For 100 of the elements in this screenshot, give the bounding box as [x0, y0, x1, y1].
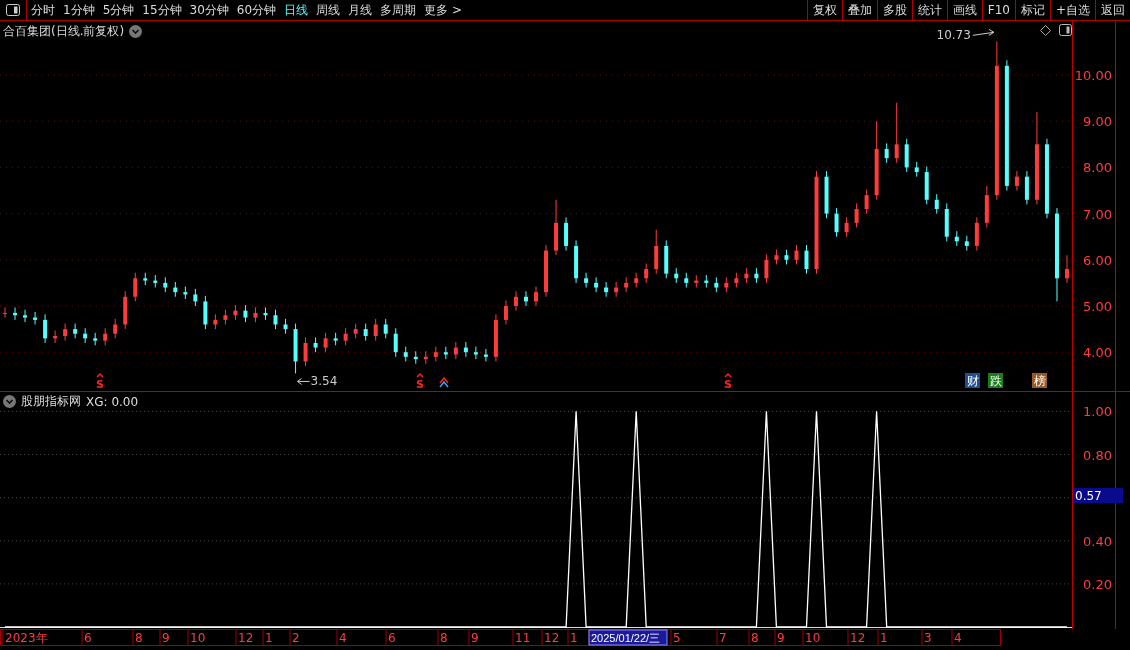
low-price-label: 3.54	[310, 374, 338, 389]
date-axis-label: 1	[265, 631, 273, 645]
candlestick	[764, 253, 769, 284]
dropdown-icon[interactable]	[129, 25, 143, 38]
candlestick	[624, 276, 629, 293]
candlestick	[373, 318, 378, 342]
period-tab[interactable]: 1分钟	[59, 0, 99, 20]
date-axis-label: 5	[673, 631, 681, 645]
indicator-axis-label: 0.80	[1083, 447, 1112, 463]
candlestick	[694, 274, 699, 289]
candlestick	[423, 350, 428, 365]
period-tab[interactable]: 15分钟	[138, 0, 186, 20]
event-badge[interactable]: 榜	[1032, 373, 1047, 388]
indicator-reading: XG: 0.00	[86, 394, 139, 409]
period-tab[interactable]: 30分钟	[185, 0, 233, 20]
candlestick	[33, 311, 38, 325]
candlestick	[513, 290, 518, 312]
panel-icon[interactable]	[1059, 24, 1072, 36]
candlestick	[934, 193, 939, 215]
candlestick	[13, 306, 18, 321]
sell-signal: S	[724, 372, 732, 391]
period-tab[interactable]: 月线	[344, 0, 377, 20]
toolbar-button[interactable]: +自选	[1049, 0, 1095, 20]
period-tab[interactable]: 5分钟	[98, 0, 139, 20]
high-price-label: 10.73	[936, 28, 971, 43]
candlestick	[784, 249, 789, 265]
candlestick	[884, 142, 889, 164]
candlestick	[614, 281, 619, 298]
period-tab[interactable]: 更多 >	[420, 0, 466, 20]
sell-signal: S	[96, 372, 104, 391]
candlestick	[924, 166, 929, 205]
candlestick	[293, 323, 298, 374]
candlestick	[1014, 170, 1019, 192]
candlestick	[744, 267, 749, 284]
toolbar-button[interactable]: 统计	[911, 0, 947, 20]
candlestick	[734, 272, 739, 289]
period-tab[interactable]: 60分钟	[232, 0, 281, 20]
candlestick	[714, 276, 719, 293]
candlestick	[253, 306, 258, 323]
candlestick	[433, 346, 438, 362]
candlestick	[183, 286, 188, 300]
candlestick	[283, 318, 288, 335]
candlestick	[1065, 254, 1069, 284]
toolbar-button[interactable]: 叠加	[841, 0, 877, 20]
candlestick	[944, 202, 949, 242]
candlestick	[243, 304, 248, 323]
date-axis-label: 2	[292, 631, 300, 645]
candlestick	[864, 189, 869, 215]
candlestick	[73, 323, 78, 339]
toolbar-button[interactable]: 复权	[806, 0, 842, 20]
toolbar-button[interactable]: 画线	[946, 0, 982, 20]
cursor-value: 0.57	[1073, 488, 1123, 503]
period-tab[interactable]: 周线	[312, 0, 345, 20]
date-axis-label: 9	[162, 631, 170, 645]
event-badge[interactable]: 跌	[988, 373, 1003, 388]
candlestick	[794, 244, 799, 265]
toolbar-button[interactable]: 多股	[876, 0, 912, 20]
candlestick	[984, 185, 989, 228]
candlestick	[674, 267, 679, 284]
candlestick	[213, 313, 218, 330]
price-axis-label: 10.00	[1074, 68, 1112, 84]
date-axis-label: 12	[544, 631, 560, 645]
date-axis-label: 4	[339, 631, 347, 645]
price-axis-label: 5.00	[1083, 299, 1112, 314]
candlestick	[664, 239, 669, 279]
candlestick	[163, 276, 168, 293]
indicator-axis-label: 1.00	[1083, 404, 1112, 420]
candlestick	[724, 276, 729, 293]
candlestick	[23, 309, 28, 323]
candlestick	[313, 336, 318, 353]
candlestick	[584, 272, 589, 289]
period-tab[interactable]: 日线	[280, 0, 313, 20]
candlestick	[964, 235, 969, 252]
candlestick	[43, 313, 48, 344]
toolbar-button[interactable]: F10	[981, 0, 1015, 20]
candlestick	[203, 295, 208, 330]
period-tab[interactable]: 多周期	[376, 0, 421, 20]
price-axis-label: 6.00	[1083, 252, 1112, 268]
dropdown-icon[interactable]	[3, 395, 16, 408]
candlestick	[393, 327, 398, 358]
candlestick	[914, 161, 919, 178]
event-badge[interactable]: 财	[965, 373, 980, 388]
diamond-icon[interactable]	[1040, 24, 1051, 36]
candlestick	[834, 207, 839, 238]
arrow-icon	[972, 28, 995, 36]
period-tab[interactable]: 分时	[27, 0, 59, 20]
candlestick	[53, 330, 58, 344]
toolbar-button[interactable]: 返回	[1095, 0, 1130, 20]
price-axis-label: 7.00	[1083, 206, 1112, 222]
price-axis-label: 9.00	[1083, 114, 1112, 130]
stock-title: 合百集团(日线.前复权)	[3, 23, 125, 40]
panel-icon	[6, 4, 20, 16]
candlestick	[63, 323, 68, 342]
candlestick	[173, 281, 178, 298]
candlestick	[273, 309, 278, 330]
candlestick	[453, 341, 458, 360]
date-axis-label: 6	[84, 631, 92, 645]
candlestick	[133, 272, 138, 302]
date-axis-label: 3	[924, 631, 932, 645]
toolbar-button[interactable]: 标记	[1014, 0, 1050, 20]
